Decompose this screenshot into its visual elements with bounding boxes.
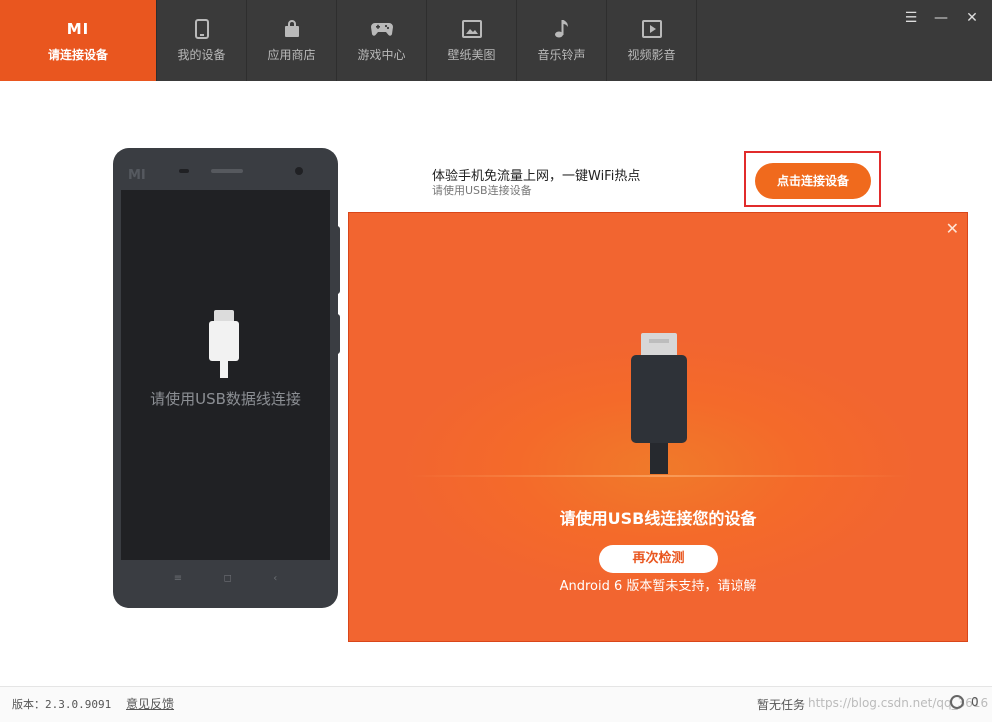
android-support-note: Android 6 版本暂未支持，请谅解 [559, 579, 757, 594]
connect-usb-dialog: ✕ 请使用USB线连接您的设备 再次检测 Android 6 版本暂未支持，请谅… [348, 212, 968, 642]
phone-screen-text: 请使用USB数据线连接 [150, 390, 301, 408]
nav-item-music[interactable]: 音乐铃声 [517, 0, 607, 81]
menu-key-icon: ≡ [173, 573, 183, 584]
close-icon[interactable]: ✕ [946, 219, 959, 238]
feedback-link[interactable]: 意见反馈 [126, 695, 174, 712]
home-key-icon: ◻ [223, 573, 232, 584]
dialog-message: 请使用USB线连接您的设备 [559, 509, 757, 528]
shopping-bag-icon [247, 18, 336, 40]
back-key-icon: ‹ [273, 573, 278, 584]
phone-power-button [335, 314, 340, 354]
mi-logo-icon: MI [66, 20, 90, 38]
task-count: 0 [971, 695, 979, 709]
menu-icon[interactable]: ☰ [900, 8, 922, 28]
music-note-icon [517, 18, 606, 40]
phone-camera [295, 167, 303, 175]
task-status: 暂无任务 [757, 698, 806, 712]
nav-item-label: 应用商店 [267, 48, 316, 62]
version-label: 版本：2.3.0.9091 [12, 698, 112, 711]
nav-item-label: 请连接设备 [47, 48, 108, 62]
nav-item-my-device[interactable]: 我的设备 [157, 0, 247, 81]
nav-item-label: 游戏中心 [357, 48, 406, 62]
minimize-icon[interactable]: — [930, 8, 952, 28]
phone-sensor [179, 169, 189, 173]
nav-item-game-center[interactable]: 游戏中心 [337, 0, 427, 81]
phone-icon [157, 18, 246, 40]
phone-screen: 请使用USB数据线连接 [121, 190, 330, 560]
retry-detect-button[interactable]: 再次检测 [599, 545, 718, 573]
nav-item-connect-device[interactable]: MI 请连接设备 [0, 0, 157, 81]
nav-item-label: 我的设备 [177, 48, 226, 62]
connect-device-button[interactable]: 点击连接设备 [755, 163, 871, 199]
nav-item-wallpaper[interactable]: 壁纸美图 [427, 0, 517, 81]
promo-subtitle: 请使用USB连接设备 [432, 184, 532, 197]
phone-mi-logo: MI [128, 168, 146, 183]
status-bar: 版本：2.3.0.9091 意见反馈 暂无任务 https://blog.csd… [0, 686, 992, 722]
picture-icon [427, 18, 516, 40]
close-icon[interactable]: ✕ [961, 8, 983, 28]
top-nav-bar: MI 请连接设备 我的设备 应用商店 游戏中心 壁纸美图 音乐铃声 视频影音 ☰… [0, 0, 992, 81]
nav-item-app-store[interactable]: 应用商店 [247, 0, 337, 81]
nav-item-video[interactable]: 视频影音 [607, 0, 697, 81]
nav-item-label: 音乐铃声 [537, 48, 586, 62]
usb-cable-icon [629, 331, 689, 480]
gamepad-icon [337, 18, 426, 40]
floor-glow [409, 475, 909, 477]
phone-volume-button [335, 226, 340, 294]
phone-illustration: MI 请使用USB数据线连接 ≡ ◻ ‹ [113, 148, 340, 608]
usb-plug-icon [207, 310, 241, 384]
phone-speaker [211, 169, 243, 173]
phone-nav-keys: ≡ ◻ ‹ [113, 573, 338, 584]
nav-item-label: 视频影音 [627, 48, 676, 62]
nav-item-label: 壁纸美图 [447, 48, 496, 62]
video-play-icon [607, 18, 696, 40]
download-icon[interactable] [950, 695, 964, 709]
